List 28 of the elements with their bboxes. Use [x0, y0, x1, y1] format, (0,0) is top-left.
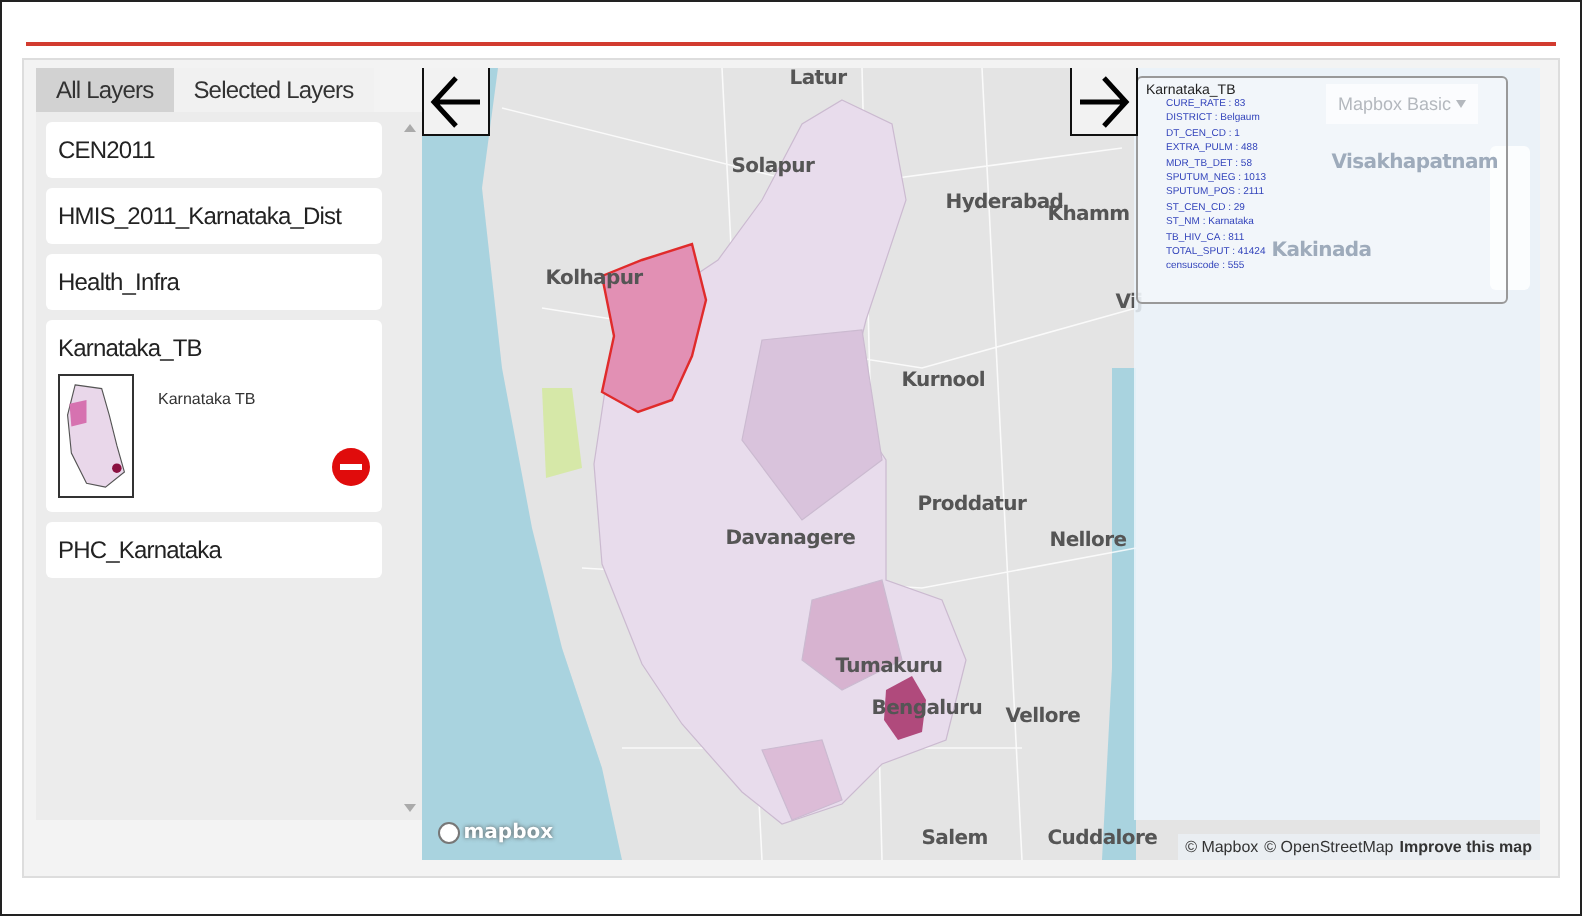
map-label: Vij: [1115, 292, 1143, 314]
map-label: Kurnool: [901, 370, 986, 392]
legend-label: Karnataka TB: [158, 390, 256, 408]
map-label: Proddatur: [917, 494, 1027, 516]
map-label: Solapur: [731, 156, 815, 178]
layer-card[interactable]: CEN2011: [46, 122, 382, 178]
layer-card[interactable]: PHC_Karnataka: [46, 522, 382, 578]
layer-name: PHC_Karnataka: [58, 536, 224, 564]
layer-card[interactable]: Karnataka_TB Karnataka TB: [46, 320, 382, 512]
map-label: Visakhapatnam: [1331, 152, 1499, 174]
map-label: Cuddalore: [1047, 828, 1158, 850]
map-label: Salem: [921, 828, 988, 850]
map-label: Tumakuru: [835, 656, 943, 678]
layer-card[interactable]: Health_Infra: [46, 254, 382, 310]
layer-name: CEN2011: [58, 136, 157, 164]
map-label: Kakinada: [1271, 240, 1372, 262]
layer-card[interactable]: HMIS_2011_Karnataka_Dist: [46, 188, 382, 244]
attribution-link[interactable]: Improve this map: [1399, 838, 1532, 856]
layer-name: HMIS_2011_Karnataka_Dist: [58, 202, 344, 230]
map-label: Davanagere: [725, 528, 856, 550]
layer-tab[interactable]: All Layers: [36, 68, 174, 112]
attribution-link[interactable]: © Mapbox: [1185, 838, 1259, 856]
map-label: Latur: [789, 68, 847, 90]
map-label: Vellore: [1005, 706, 1081, 728]
layer-name: Health_Infra: [58, 268, 182, 296]
layer-name: Karnataka_TB: [58, 334, 204, 362]
attribution-link[interactable]: © OpenStreetMap: [1264, 838, 1394, 856]
map-label: Nellore: [1049, 530, 1127, 552]
